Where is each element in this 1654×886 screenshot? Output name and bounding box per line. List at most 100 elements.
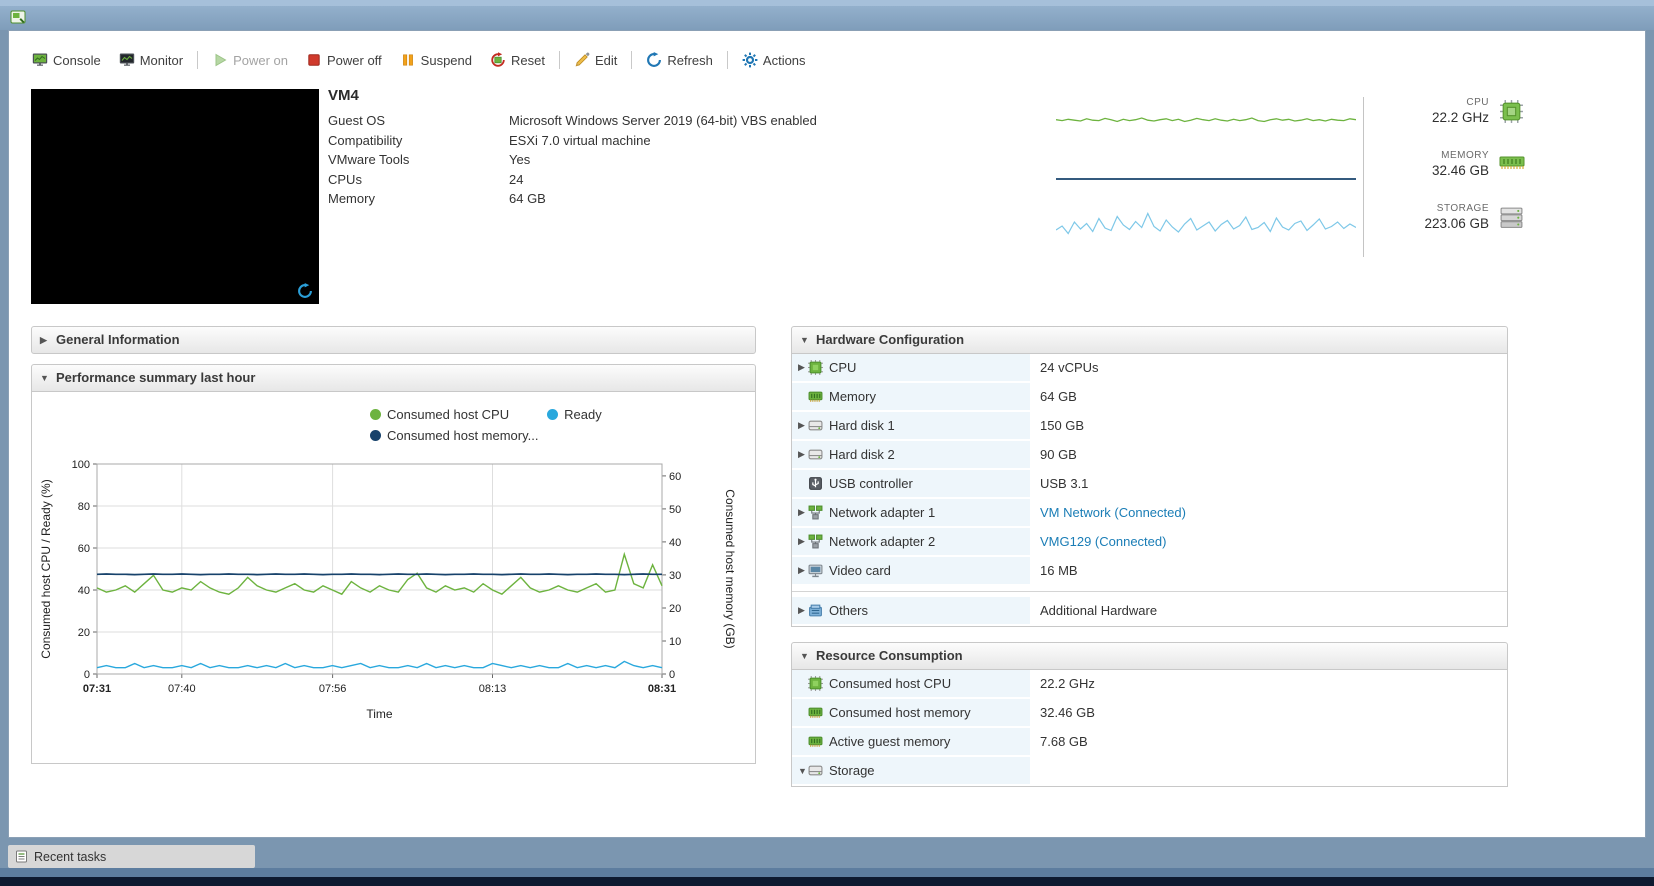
- detail-label: Compatibility: [328, 132, 403, 148]
- hardware-row-network-adapter-1: ▶ Network adapter 1 VM Network (Connecte…: [792, 499, 1507, 528]
- desktop-background: Console Monitor Power on Power off Suspe…: [0, 0, 1654, 886]
- reset-button[interactable]: Reset: [481, 48, 554, 72]
- detail-value: 24: [509, 171, 524, 187]
- resource-row-consumed-cpu: Consumed host CPU 22.2 GHz: [792, 670, 1507, 699]
- hardware-row-video-card-toggle[interactable]: ▶ Video card: [792, 557, 1030, 586]
- memory-icon: [808, 705, 823, 720]
- edit-button[interactable]: Edit: [565, 48, 626, 72]
- svg-text:Consumed host memory (GB): Consumed host memory (GB): [723, 489, 737, 648]
- legend-dot-memory: [370, 430, 381, 441]
- hardware-row-network-adapter-2-toggle[interactable]: ▶ Network adapter 2: [792, 528, 1030, 557]
- vm-name: VM4: [328, 87, 359, 104]
- resource-row-active-guest-memory: Active guest memory 7.68 GB: [792, 728, 1507, 757]
- cpu-stat-label: CPU: [1466, 97, 1489, 108]
- recent-tasks-label: Recent tasks: [34, 849, 107, 864]
- recent-tasks-bar[interactable]: Recent tasks: [8, 845, 255, 868]
- toolbar: Console Monitor Power on Power off Suspe…: [23, 45, 815, 75]
- cpu-stat: CPU 22.2 GHz: [1359, 97, 1525, 125]
- power-on-button[interactable]: Power on: [203, 48, 297, 72]
- svg-text:40: 40: [669, 537, 681, 549]
- hardware-row-others-toggle[interactable]: ▶ Others: [792, 597, 1030, 626]
- row-label: USB controller: [829, 476, 913, 491]
- monitor-button[interactable]: Monitor: [110, 48, 192, 72]
- monitor-button-label: Monitor: [139, 52, 184, 68]
- row-value: 16 MB: [1030, 557, 1507, 586]
- svg-text:60: 60: [78, 543, 90, 555]
- vm-detail-row: Guest OS Microsoft Windows Server 2019 (…: [328, 111, 817, 131]
- svg-text:40: 40: [78, 585, 90, 597]
- hardware-row-memory-label: Memory: [792, 383, 1030, 412]
- hardware-configuration-panel: ▼ Hardware Configuration ▶ CPU 24 vCPUs: [791, 326, 1508, 627]
- resource-consumption-header[interactable]: ▼ Resource Consumption: [791, 642, 1508, 670]
- hard-disk-icon: [808, 418, 823, 433]
- general-information-title: General Information: [56, 332, 180, 347]
- refresh-button[interactable]: Refresh: [637, 48, 722, 72]
- performance-summary-panel: ▼ Performance summary last hour Consumed…: [31, 364, 756, 764]
- storage-sparkline: [1055, 203, 1357, 253]
- hardware-row-cpu: ▶ CPU 24 vCPUs: [792, 354, 1507, 383]
- toolbar-separator: [197, 51, 199, 69]
- hardware-row-hard-disk-1-toggle[interactable]: ▶ Hard disk 1: [792, 412, 1030, 441]
- console-button-label: Console: [53, 52, 101, 68]
- resource-row-storage-toggle[interactable]: ▼ Storage: [792, 757, 1030, 786]
- memory-stat: MEMORY 32.46 GB: [1359, 150, 1525, 178]
- row-label: Storage: [829, 763, 875, 778]
- edit-pencil-icon: [574, 52, 590, 68]
- thumbnail-refresh-icon[interactable]: [297, 283, 313, 299]
- hardware-row-cpu-toggle[interactable]: ▶ CPU: [792, 354, 1030, 383]
- chevron-down-icon: ▼: [798, 765, 807, 776]
- memory-icon: [808, 734, 823, 749]
- power-off-button-label: Power off: [326, 52, 382, 68]
- performance-summary-header[interactable]: ▼ Performance summary last hour: [31, 364, 756, 392]
- resource-row-active-guest-memory-label: Active guest memory: [792, 728, 1030, 757]
- toolbar-separator: [558, 51, 560, 69]
- memory-stat-value: 32.46 GB: [1431, 163, 1489, 178]
- svg-text:50: 50: [669, 504, 681, 516]
- chevron-right-icon: ▶: [798, 420, 805, 430]
- storage-disks-icon: [1499, 205, 1525, 231]
- power-off-button[interactable]: Power off: [297, 48, 391, 72]
- reset-button-label: Reset: [511, 52, 545, 68]
- vm-details: Guest OS Microsoft Windows Server 2019 (…: [328, 111, 817, 209]
- network-2-link[interactable]: VMG129 (Connected): [1030, 528, 1507, 557]
- tasks-list-icon: [15, 850, 28, 863]
- row-value: 150 GB: [1030, 412, 1507, 441]
- actions-button-label: Actions: [762, 52, 806, 68]
- row-value: 32.46 GB: [1030, 699, 1507, 728]
- vm-detail-row: Compatibility ESXi 7.0 virtual machine: [328, 131, 817, 151]
- console-button[interactable]: Console: [23, 48, 110, 72]
- svg-text:0: 0: [669, 669, 675, 681]
- memory-dimm-icon: [1499, 152, 1525, 178]
- hardware-divider: [792, 586, 1507, 597]
- performance-summary-title: Performance summary last hour: [56, 370, 256, 385]
- edit-button-label: Edit: [594, 52, 618, 68]
- general-information-header[interactable]: ▶ General Information: [31, 326, 756, 354]
- gear-icon: [742, 52, 758, 68]
- storage-stat: STORAGE 223.06 GB: [1359, 203, 1525, 231]
- hardware-row-usb-controller: USB controller USB 3.1: [792, 470, 1507, 499]
- row-label: Active guest memory: [829, 734, 951, 749]
- video-card-icon: [808, 563, 823, 578]
- hardware-row-network-adapter-1-toggle[interactable]: ▶ Network adapter 1: [792, 499, 1030, 528]
- chevron-right-icon: ▶: [798, 565, 805, 575]
- chevron-right-icon: ▶: [798, 507, 805, 517]
- vm-detail-row: VMware Tools Yes: [328, 150, 817, 170]
- network-1-link[interactable]: VM Network (Connected): [1030, 499, 1507, 528]
- hardware-row-hard-disk-1: ▶ Hard disk 1 150 GB: [792, 412, 1507, 441]
- actions-button[interactable]: Actions: [733, 48, 815, 72]
- row-value: 22.2 GHz: [1030, 670, 1507, 699]
- hardware-configuration-header[interactable]: ▼ Hardware Configuration: [791, 326, 1508, 354]
- resource-row-consumed-memory-label: Consumed host memory: [792, 699, 1030, 728]
- console-thumbnail[interactable]: [31, 89, 319, 304]
- hardware-row-hard-disk-2-toggle[interactable]: ▶ Hard disk 2: [792, 441, 1030, 470]
- resource-consumption-title: Resource Consumption: [816, 648, 963, 663]
- svg-text:30: 30: [669, 570, 681, 582]
- chevron-right-icon: ▶: [798, 605, 805, 615]
- hardware-row-network-adapter-2: ▶ Network adapter 2 VMG129 (Connected): [792, 528, 1507, 557]
- suspend-button[interactable]: Suspend: [391, 48, 481, 72]
- vm-detail-row: Memory 64 GB: [328, 189, 817, 209]
- storage-stat-value: 223.06 GB: [1424, 216, 1489, 231]
- row-value: 90 GB: [1030, 441, 1507, 470]
- svg-text:10: 10: [669, 636, 681, 648]
- hard-disk-icon: [808, 763, 823, 778]
